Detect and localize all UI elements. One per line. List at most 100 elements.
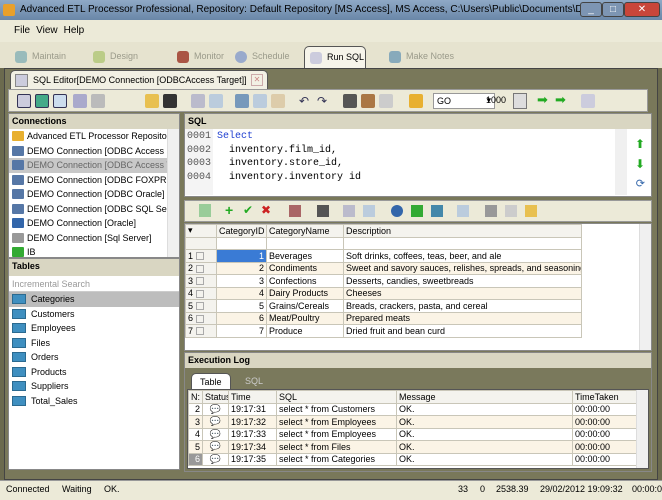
tab-run-sql[interactable]: Run SQL: [304, 46, 366, 68]
log-row[interactable]: 4 💬 19:17:33 select * from Employees OK. 00:0…: [188, 427, 637, 441]
table-item[interactable]: Suppliers: [9, 379, 179, 394]
find-icon[interactable]: [343, 94, 357, 108]
table-item[interactable]: Employees: [9, 321, 179, 336]
log-tab-table[interactable]: Table: [191, 373, 231, 389]
row-checkbox[interactable]: [195, 252, 204, 261]
print-icon[interactable]: [343, 205, 355, 217]
cell-category-name[interactable]: Beverages: [266, 249, 344, 263]
arrow-down-icon[interactable]: ⬇: [635, 157, 645, 171]
row-selector[interactable]: 2: [185, 261, 217, 275]
column-header[interactable]: CategoryName: [266, 224, 344, 238]
open-folder-icon[interactable]: [145, 94, 159, 108]
table-item[interactable]: Categories: [9, 292, 179, 307]
connection-item[interactable]: DEMO Connection [ODBC SQL Server]: [9, 202, 179, 217]
undo-icon[interactable]: ↶: [299, 94, 313, 108]
cell-description[interactable]: Sweet and savory sauces, relishes, sprea…: [343, 261, 582, 275]
arrow-up-icon[interactable]: ⬆: [635, 137, 645, 151]
chat-icon[interactable]: [53, 94, 67, 108]
connection-item[interactable]: DEMO Connection [ODBC Access Target]: [9, 158, 179, 173]
cell-category-id[interactable]: 2: [216, 261, 267, 275]
connect-icon[interactable]: [91, 94, 105, 108]
log-row[interactable]: 5 💬 19:17:34 select * from Files OK. 00:00:00: [188, 440, 637, 454]
cell-category-id[interactable]: 7: [216, 324, 267, 338]
row-checkbox[interactable]: [195, 327, 204, 336]
table-row[interactable]: 2 2 Condiments Sweet and savory sauces, re…: [185, 261, 582, 275]
sql-icon[interactable]: [581, 94, 595, 108]
minimize-button[interactable]: _: [580, 2, 602, 17]
menu-help[interactable]: Help: [64, 25, 85, 36]
row-selector[interactable]: 7: [185, 324, 217, 338]
web-icon[interactable]: [391, 205, 403, 217]
check-icon[interactable]: ✔: [243, 203, 253, 217]
cell-category-name[interactable]: Condiments: [266, 261, 344, 275]
form-icon[interactable]: [457, 205, 469, 217]
row-checkbox[interactable]: [195, 289, 204, 298]
row-checkbox[interactable]: [195, 277, 204, 286]
print-preview-icon[interactable]: [209, 94, 223, 108]
refresh-icon[interactable]: ⟳: [636, 177, 645, 190]
cell-description[interactable]: Dried fruit and bean curd: [343, 324, 582, 338]
row-checkbox[interactable]: [195, 314, 204, 323]
table-row[interactable]: 5 5 Grains/Cereals Breads, crackers, pasta…: [185, 299, 582, 313]
connection-item[interactable]: Advanced ETL Processor Repository: [9, 129, 179, 144]
cell-category-name[interactable]: Dairy Products: [266, 286, 344, 300]
maximize-button[interactable]: □: [602, 2, 624, 17]
row-selector[interactable]: 6: [185, 311, 217, 325]
close-tab-icon[interactable]: ✕: [251, 74, 263, 86]
sort-icon[interactable]: [379, 94, 393, 108]
cell-description[interactable]: Breads, crackers, pasta, and cereal: [343, 299, 582, 313]
table-row[interactable]: 4 4 Dairy Products Cheeses: [185, 286, 582, 300]
tab-schedule[interactable]: Schedule: [230, 46, 290, 68]
close-button[interactable]: ✕: [624, 2, 660, 17]
tab-design[interactable]: Design: [88, 46, 138, 68]
broom-icon[interactable]: [409, 94, 423, 108]
cut-icon[interactable]: [235, 94, 249, 108]
image-icon[interactable]: [431, 205, 443, 217]
table-item[interactable]: Total_Sales: [9, 394, 179, 409]
tab-maintain[interactable]: Maintain: [10, 46, 66, 68]
table-item[interactable]: Customers: [9, 307, 179, 322]
print-icon[interactable]: [191, 94, 205, 108]
paste-icon[interactable]: [271, 94, 285, 108]
cell-description[interactable]: Cheeses: [343, 286, 582, 300]
sql-editor-icon[interactable]: [17, 94, 31, 108]
tab-monitor[interactable]: Monitor: [172, 46, 224, 68]
row-selector[interactable]: 4: [185, 286, 217, 300]
menu-view[interactable]: View: [36, 25, 58, 36]
row-limit-input[interactable]: 1000: [485, 93, 511, 109]
connections-scrollbar[interactable]: [167, 129, 179, 257]
sql-editor[interactable]: 0001 0002 0003 0004 Select inventory.film_i…: [185, 129, 651, 195]
connection-item[interactable]: DEMO Connection [Oracle]: [9, 216, 179, 231]
incremental-search-input[interactable]: Incremental Search: [9, 276, 179, 292]
save-icon[interactable]: [163, 94, 177, 108]
menu-file[interactable]: File: [14, 25, 30, 36]
cell-category-id[interactable]: 3: [216, 274, 267, 288]
row-selector[interactable]: 1: [185, 249, 217, 263]
cell-category-name[interactable]: Produce: [266, 324, 344, 338]
run-icon[interactable]: ➡: [537, 93, 551, 108]
sql-scrollbar[interactable]: [615, 129, 627, 195]
filter-row[interactable]: [185, 236, 582, 250]
settings-icon[interactable]: [525, 205, 537, 217]
table-row[interactable]: 6 6 Meat/Poultry Prepared meats: [185, 311, 582, 325]
table-row[interactable]: 1 1 Beverages Soft drinks, coffees, teas, …: [185, 249, 582, 263]
table-item[interactable]: Products: [9, 365, 179, 380]
log-tab-sql[interactable]: SQL: [245, 376, 263, 386]
cell-description[interactable]: Soft drinks, coffees, teas, beer, and al…: [343, 249, 582, 263]
cell-category-name[interactable]: Grains/Cereals: [266, 299, 344, 313]
grid-scrollbar[interactable]: [639, 224, 651, 350]
log-scrollbar[interactable]: [636, 390, 648, 468]
log-row[interactable]: 3 💬 19:17:32 select * from Employees OK. 00:0…: [188, 415, 637, 429]
replace-icon[interactable]: [361, 94, 375, 108]
cell-category-name[interactable]: Confections: [266, 274, 344, 288]
column-header[interactable]: CategoryID: [216, 224, 267, 238]
redo-icon[interactable]: ↷: [317, 94, 331, 108]
connection-item[interactable]: DEMO Connection [ODBC FOXPRO]: [9, 173, 179, 188]
row-checkbox[interactable]: [195, 302, 204, 311]
table-row[interactable]: 7 7 Produce Dried fruit and bean curd: [185, 324, 582, 338]
cell-category-id[interactable]: 5: [216, 299, 267, 313]
column-header[interactable]: Description: [343, 224, 582, 238]
row-selector[interactable]: 5: [185, 299, 217, 313]
copy-record-icon[interactable]: [289, 205, 301, 217]
table-item[interactable]: Files: [9, 336, 179, 351]
